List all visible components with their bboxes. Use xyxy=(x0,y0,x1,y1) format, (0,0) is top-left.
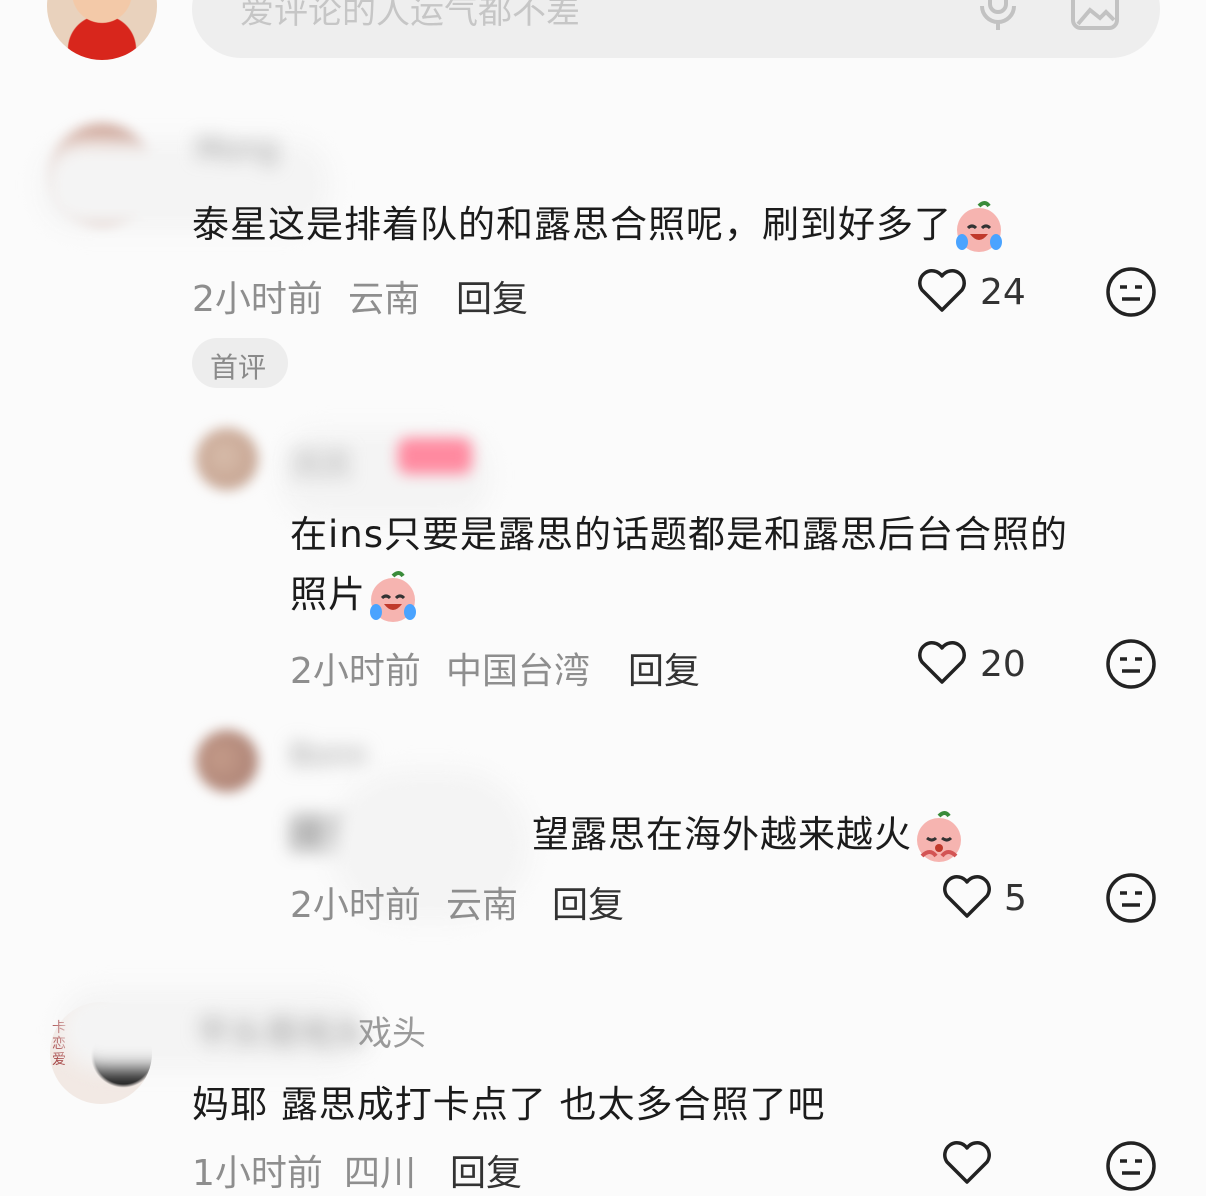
username[interactable]: Mong xyxy=(196,132,278,167)
meh-face-icon[interactable] xyxy=(1105,638,1157,690)
username[interactable]: 沉沉 xyxy=(290,440,350,484)
meh-face-icon[interactable] xyxy=(1105,1140,1157,1192)
reply-button[interactable]: 回复 xyxy=(628,642,700,694)
comment-location: 云南 xyxy=(446,885,519,926)
crying-laughing-emoji xyxy=(956,200,1002,252)
meh-face-icon[interactable] xyxy=(1105,266,1157,318)
comment-input-placeholder: 爱评论的人运气都不差 xyxy=(240,0,580,32)
current-user-avatar xyxy=(47,0,157,60)
comment-text: 望露思在海外越来越火 xyxy=(532,804,966,864)
comment-text-content: 泰星这是排着队的和露思合照呢，刷到好多了 xyxy=(192,203,952,246)
reply-button[interactable]: 回复 xyxy=(456,270,528,322)
first-comment-badge-label: 首评 xyxy=(210,351,267,384)
reply-button[interactable]: 回复 xyxy=(552,876,624,928)
crying-laughing-emoji xyxy=(370,570,416,622)
comment-location: 中国台湾 xyxy=(446,651,591,692)
username[interactable]: 平头哥戏头 xyxy=(196,1006,366,1055)
comment-text-content: 望露思在海外越来越火 xyxy=(532,813,912,856)
username[interactable]: Bonn xyxy=(290,738,367,773)
comment-text: 妈耶 露思成打卡点了 也太多合照了吧 xyxy=(192,1083,826,1126)
like-count: 20 xyxy=(980,644,1026,685)
image-icon[interactable] xyxy=(1070,0,1120,32)
comment-time: 2小时前 xyxy=(192,279,323,320)
comment-time: 2小时前 xyxy=(290,651,421,692)
comment-time: 1小时前 xyxy=(192,1153,323,1194)
like-count: 5 xyxy=(1004,878,1027,919)
reply-button[interactable]: 回复 xyxy=(450,1144,522,1196)
heart-outline-icon[interactable] xyxy=(941,874,993,920)
author-tag xyxy=(398,438,472,474)
meh-face-icon[interactable] xyxy=(1105,872,1157,924)
heart-outline-icon[interactable] xyxy=(916,640,968,686)
pleading-emoji xyxy=(917,810,961,862)
like-count: 24 xyxy=(980,272,1026,313)
avatar[interactable] xyxy=(196,730,258,792)
comment-text-content: 照片 xyxy=(290,573,366,616)
heart-outline-icon[interactable] xyxy=(916,268,968,314)
avatar[interactable] xyxy=(196,428,258,490)
comment-location: 四川 xyxy=(344,1153,417,1194)
comment-time: 2小时前 xyxy=(290,885,421,926)
comment-text: 在ins只要是露思的话题都是和露思后台合照的 xyxy=(290,513,1069,556)
comment-location: 云南 xyxy=(348,279,421,320)
comment-text: 照片 xyxy=(290,564,420,624)
comment-text: 泰星这是排着队的和露思合照呢，刷到好多了 xyxy=(192,194,1006,254)
heart-outline-icon[interactable] xyxy=(941,1140,993,1186)
username-visible-part: 戏头 xyxy=(358,1014,426,1054)
microphone-icon[interactable] xyxy=(976,0,1020,32)
